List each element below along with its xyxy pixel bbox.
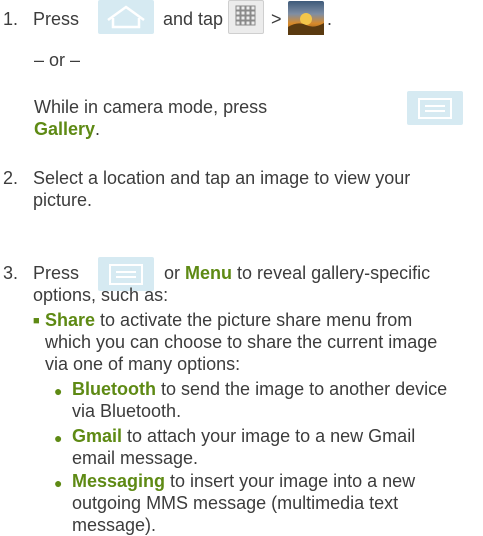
or-label: or: [164, 263, 181, 283]
step-number: 2.: [3, 168, 19, 188]
home-icon: [107, 5, 145, 29]
camera-mode-text: While in camera mode, press: [34, 97, 268, 117]
option-messaging-line3: message).: [72, 515, 157, 535]
gallery-app-icon: [288, 1, 324, 35]
option-bluetooth-line1: Bluetooth to send the image to another d…: [72, 379, 447, 400]
round-bullet-icon: ●: [54, 430, 63, 446]
applications-grid-icon: [228, 0, 264, 34]
apps-grid-icon: [235, 5, 256, 26]
gmail-line1-tail: to attach your image to a new Gmail: [127, 426, 416, 446]
square-bullet-icon: ■: [33, 315, 40, 327]
bluetooth-line1-tail: to send the image to another device: [161, 379, 448, 399]
or-separator: – or –: [34, 50, 81, 70]
option-messaging-line2: outgoing MMS message (multimedia text: [72, 493, 399, 513]
option-bluetooth-line2: via Bluetooth.: [72, 401, 182, 421]
step-number: 3.: [3, 263, 19, 283]
round-bullet-icon: ●: [54, 475, 63, 491]
option-gmail-line2: email message.: [72, 448, 199, 468]
option-gmail-line1: Gmail to attach your image to a new Gmai…: [72, 426, 415, 447]
step3-line2: options, such as:: [33, 285, 169, 305]
step3-line1-tail: to reveal gallery-specific: [237, 263, 431, 283]
step1-press-text: Press: [33, 9, 80, 29]
step3-line1-rest: or Menu to reveal gallery-specific: [164, 263, 430, 284]
share-line3: via one of many options:: [45, 354, 241, 374]
menu-label: Menu: [185, 263, 233, 283]
round-bullet-icon: ●: [54, 383, 63, 399]
greater-than-symbol: >: [271, 9, 282, 29]
home-key-icon: [98, 0, 154, 34]
gmail-label: Gmail: [72, 426, 123, 446]
gallery-label: Gallery: [34, 119, 96, 139]
gallery-icon: [288, 13, 324, 35]
share-line1-tail: to activate the picture share menu from: [100, 310, 413, 330]
step2-line1: Select a location and tap an image to vi…: [33, 168, 411, 188]
menu-key-icon: [407, 91, 463, 125]
messaging-label: Messaging: [72, 471, 166, 491]
option-messaging-line1: Messaging to insert your image into a ne…: [72, 471, 415, 492]
step1-and-tap-text: and tap: [163, 9, 224, 29]
messaging-line1-tail: to insert your image into a new: [170, 471, 416, 491]
bluetooth-label: Bluetooth: [72, 379, 156, 399]
step-number: 1.: [3, 9, 19, 29]
instruction-page: 1. Press and tap > . – or – While in cam…: [0, 0, 483, 535]
share-line1: ■ Share to activate the picture share men…: [33, 310, 412, 332]
share-label: Share: [45, 310, 96, 330]
share-line2: which you can choose to share the curren…: [45, 332, 438, 352]
gallery-line: Gallery.: [34, 119, 100, 140]
gallery-period: .: [95, 119, 101, 139]
step2-line2: picture.: [33, 190, 93, 210]
step1-period: .: [327, 9, 333, 29]
menu-icon: [418, 98, 452, 119]
step3-press-text: Press: [33, 263, 80, 283]
